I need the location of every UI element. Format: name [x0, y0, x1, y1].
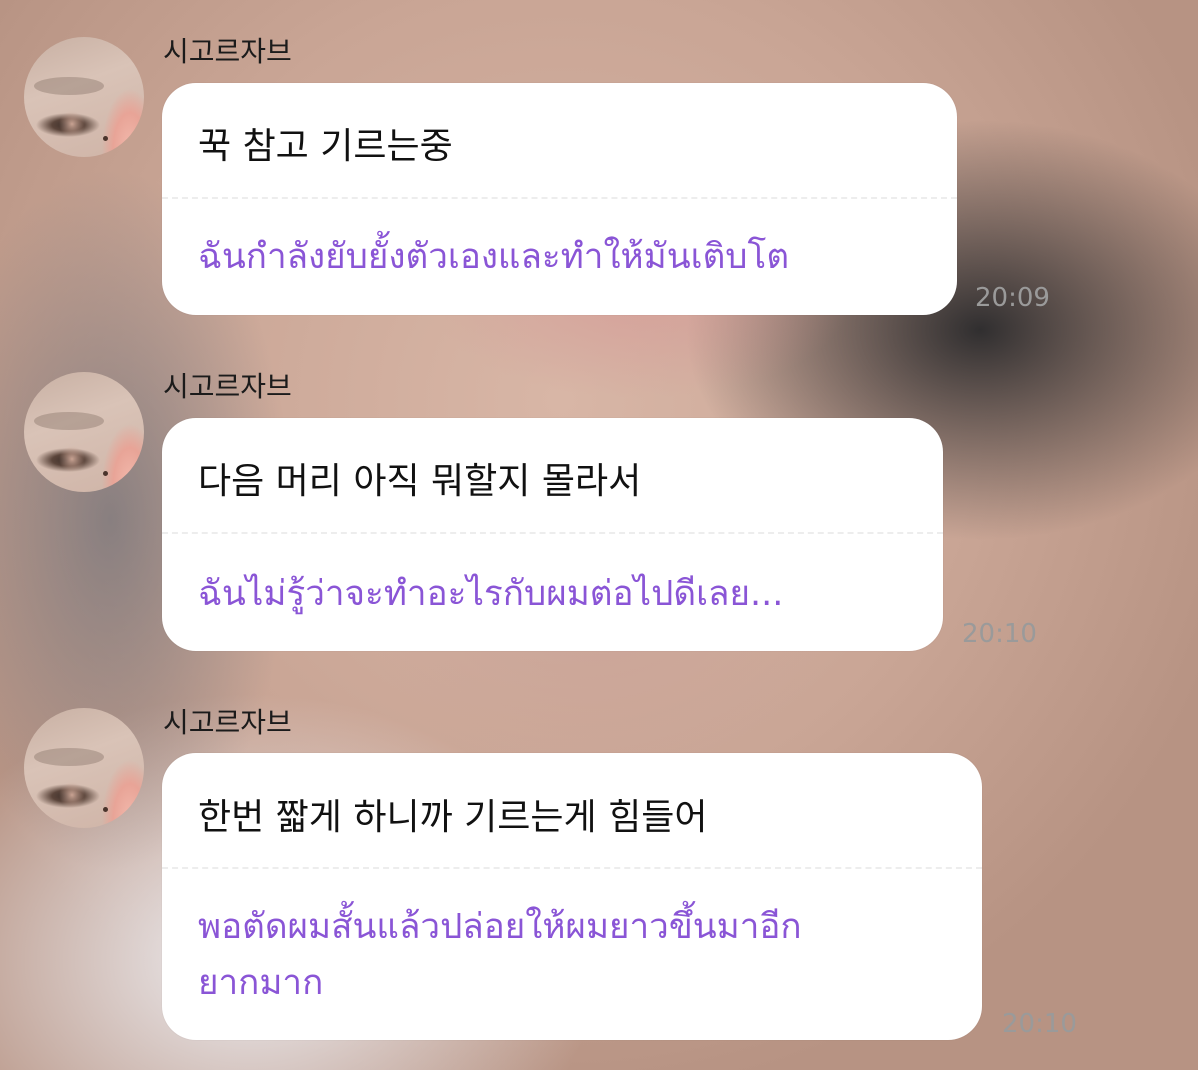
message-timestamp: 20:09	[975, 283, 1050, 313]
message-bubble[interactable]: 한번 짧게 하니까 기르는게 힘들어 พอตัดผมสั้นแล้วปล่อยใ…	[162, 753, 982, 1040]
message-bubble[interactable]: 다음 머리 아직 뭐할지 몰라서 ฉันไม่รู้ว่าจะทำอะไรกับ…	[162, 418, 943, 651]
translation-divider	[162, 532, 943, 534]
translation-divider	[162, 867, 982, 869]
message-timestamp: 20:10	[962, 619, 1037, 649]
message-text-translation: ฉันกำลังยับยั้งตัวเองและทำให้มันเติบโต	[198, 237, 790, 277]
avatar-detail	[34, 748, 104, 766]
sender-avatar[interactable]	[24, 372, 144, 492]
message-text-translation: ฉันไม่รู้ว่าจะทำอะไรกับผมต่อไปดีเลย...	[198, 574, 784, 614]
message-text-korean: 다음 머리 아직 뭐할지 몰라서	[198, 461, 642, 502]
message-text-translation: พอตัดผมสั้นแล้วปล่อยให้ผมยาวขึ้นมาอีก ยา…	[198, 907, 802, 1003]
sender-name: 시고르자브	[163, 706, 292, 739]
avatar-detail	[103, 136, 108, 141]
message-bubble[interactable]: 꾹 참고 기르는중 ฉันกำลังยับยั้งตัวเองและทำให้ม…	[162, 83, 957, 315]
avatar-detail	[103, 807, 108, 812]
message-timestamp: 20:10	[1002, 1009, 1077, 1039]
avatar-detail	[103, 471, 108, 476]
sender-avatar[interactable]	[24, 37, 144, 157]
avatar-detail	[34, 77, 104, 95]
message-text-korean: 한번 짧게 하니까 기르는게 힘들어	[198, 797, 708, 838]
message-text-korean: 꾹 참고 기르는중	[198, 126, 453, 167]
sender-name: 시고르자브	[163, 35, 292, 68]
avatar-detail	[34, 412, 104, 430]
sender-avatar[interactable]	[24, 708, 144, 828]
translation-divider	[162, 197, 957, 199]
sender-name: 시고르자브	[163, 370, 292, 403]
